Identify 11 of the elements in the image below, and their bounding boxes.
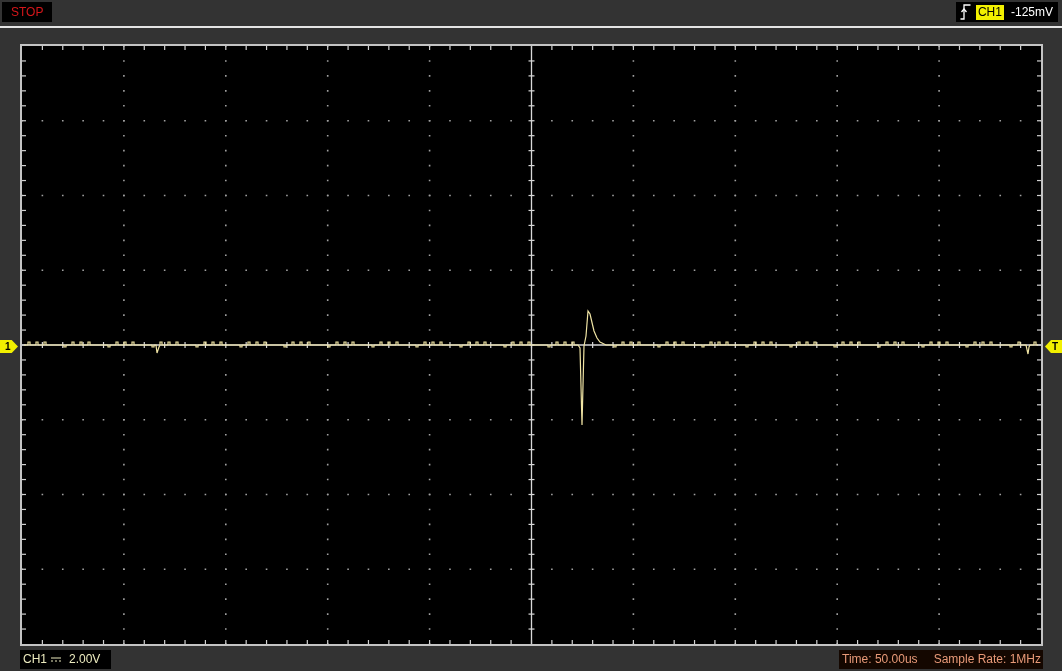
trigger-level-text: -125mV — [1010, 4, 1053, 20]
volts-per-div-text: 2.00V — [69, 652, 101, 667]
trigger-marker[interactable]: T — [1045, 340, 1062, 353]
trigger-source-label: CH1 — [975, 4, 1004, 20]
sample-rate-text: Sample Rate: 1MHz — [933, 652, 1041, 667]
time-per-div-text: Time: 50.00us — [842, 652, 918, 667]
dc-coupling-icon — [51, 657, 61, 662]
rising-edge-icon — [959, 4, 971, 20]
channel-label: CH1 — [23, 652, 47, 667]
run-status-label: STOP — [2, 2, 52, 22]
channel-marker[interactable]: 1 — [0, 340, 18, 353]
